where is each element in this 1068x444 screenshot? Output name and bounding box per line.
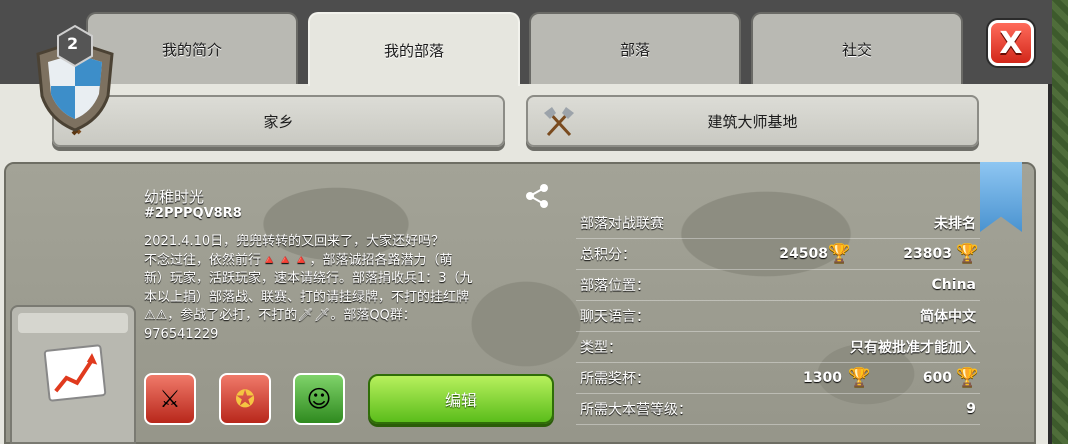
row-label: 类型： (580, 340, 622, 356)
clan-details-list: 部落对战联赛 未排名 总积分： 24508 🏆 23803 🏆 部落位置： Ch… (576, 208, 980, 425)
clan-window: 我的简介 我的部落 部落 社交 X 家乡 建筑大师基地 2 幼稚时光 #2PPP… (0, 0, 1052, 444)
tab-label: 社交 (841, 40, 872, 59)
row-label: 部落位置： (580, 278, 650, 294)
edit-label: 编辑 (444, 391, 477, 410)
crossed-swords-shield-icon: ⚔ (159, 385, 181, 413)
row-value: 9 (966, 401, 976, 417)
trophy-icon: 🏆 (828, 243, 851, 264)
builder-points-value: 23803 (903, 246, 952, 262)
trophy-icon: 🏆 (956, 243, 979, 264)
row-value: 只有被批准才能加入 (850, 340, 976, 356)
row-label: 部落对战联赛 (580, 216, 664, 232)
tab-clans[interactable]: 部落 (529, 12, 741, 84)
builder-base-label: 建筑大师基地 (707, 112, 798, 131)
tab-label: 部落 (619, 40, 650, 59)
trophy-icon: 🏆 (956, 367, 979, 388)
clan-description: 2021.4.10日，兜兜转转的又回来了，大家还好吗？ 不念过往，依然前行🔺🔺🔺… (144, 234, 473, 342)
clan-war-button[interactable]: ⚔ (144, 373, 196, 425)
war-league-button[interactable]: ✪ (219, 373, 271, 425)
row-label: 聊天语言： (580, 309, 650, 325)
row-label: 总积分： (580, 247, 636, 263)
home-village-label: 家乡 (263, 112, 294, 131)
clan-stats-side-panel (10, 305, 136, 444)
clan-tag: #2PPPQV8R8 (144, 206, 242, 221)
stats-chart-icon[interactable] (43, 344, 107, 402)
clan-badge: 2 (30, 24, 120, 134)
tab-social[interactable]: 社交 (751, 12, 963, 84)
barbarian-icon: ☺ (306, 385, 332, 413)
tab-my-clan[interactable]: 我的部落 (308, 12, 520, 86)
builder-trophies-value: 600 (922, 370, 952, 386)
row-value: China (931, 277, 976, 293)
crossed-axes-icon (542, 105, 576, 139)
war-league-row: 部落对战联赛 未排名 (576, 208, 980, 239)
home-points-value: 24508 (779, 246, 828, 262)
row-value: 简体中文 (920, 309, 976, 325)
close-icon: X (999, 25, 1023, 61)
total-points-row: 总积分： 24508 🏆 23803 🏆 (576, 239, 980, 270)
home-trophies-value: 1300 (803, 370, 842, 386)
clan-level: 2 (67, 34, 79, 53)
row-label: 所需奖杯： (580, 371, 650, 387)
row-value: 未排名 (934, 216, 976, 232)
tab-label: 我的简介 (161, 40, 222, 59)
type-row: 类型： 只有被批准才能加入 (576, 332, 980, 363)
required-townhall-row: 所需大本营等级： 9 (576, 394, 980, 425)
location-row: 部落位置： China (576, 270, 980, 301)
side-panel-strip (18, 313, 128, 333)
clan-perks-button[interactable]: ☺ (293, 373, 345, 425)
share-icon[interactable] (522, 180, 554, 212)
row-label: 所需大本营等级： (580, 402, 692, 418)
required-trophies-row: 所需奖杯： 1300 🏆 600 🏆 (576, 363, 980, 394)
edit-clan-button[interactable]: 编辑 (368, 374, 554, 424)
clan-name: 幼稚时光 (144, 188, 205, 206)
trophy-icon: 🏆 (848, 367, 871, 388)
builder-base-button[interactable]: 建筑大师基地 (526, 95, 979, 147)
chat-language-row: 聊天语言： 简体中文 (576, 301, 980, 332)
close-button[interactable]: X (988, 20, 1034, 66)
league-badge-icon: ✪ (234, 385, 256, 413)
tab-label: 我的部落 (383, 41, 444, 60)
